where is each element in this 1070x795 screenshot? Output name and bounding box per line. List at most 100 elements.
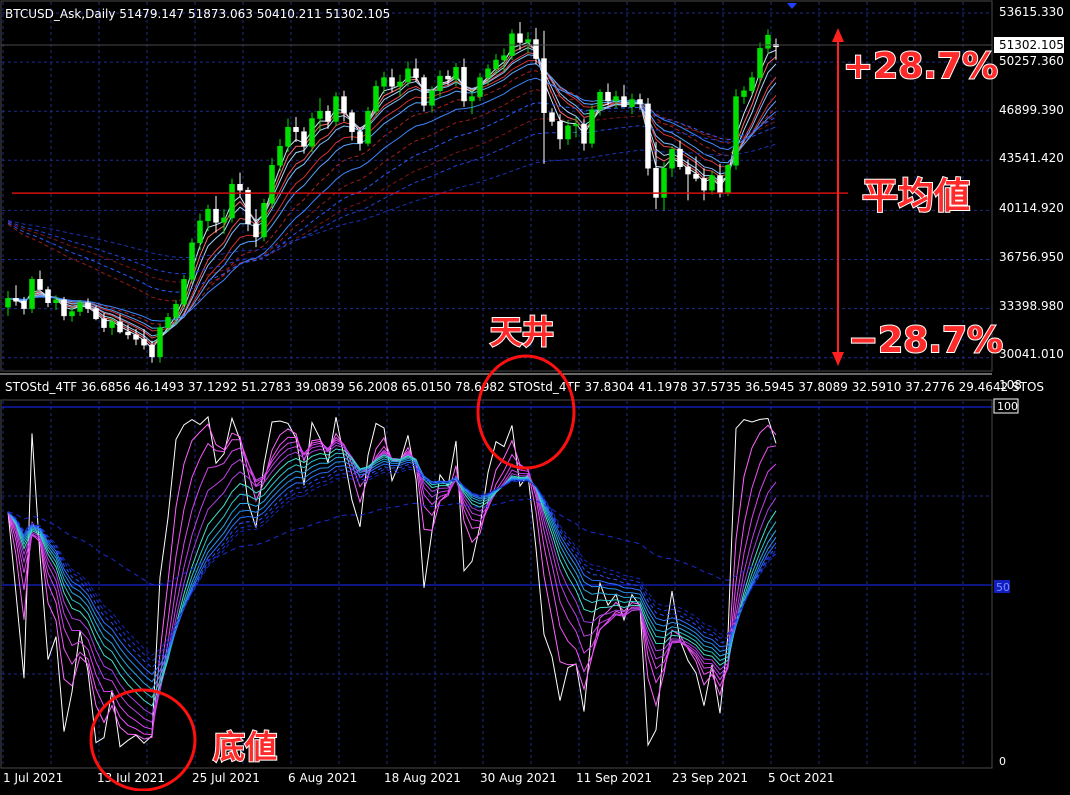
candle-body	[485, 68, 491, 78]
candle-body	[541, 58, 547, 113]
moving-average-line	[7, 143, 777, 259]
candle-body	[469, 96, 475, 102]
candle-body	[21, 301, 27, 309]
candle-body	[749, 77, 755, 91]
candle-body	[389, 77, 395, 87]
up-percent-annotation: +28.7%	[843, 46, 998, 87]
candle-body	[61, 299, 67, 317]
bottom-annotation: 底値	[213, 728, 277, 766]
candle-body	[549, 112, 555, 122]
candle-body	[461, 67, 467, 102]
candle-body	[53, 299, 59, 303]
stochastic-line	[7, 468, 777, 656]
candle-body	[189, 242, 195, 280]
candle-body	[309, 118, 315, 147]
annotations: +28.7% 平均値 −28.7% 天井 底値	[212, 45, 1004, 767]
candle-body	[181, 279, 187, 305]
candle-body	[173, 303, 179, 318]
candle-body	[421, 77, 427, 106]
ceiling-annotation: 天井	[490, 313, 554, 351]
candle-body	[237, 184, 243, 191]
candle-body	[69, 311, 75, 317]
candle-body	[157, 327, 163, 358]
candle-body	[581, 124, 587, 144]
candle-body	[5, 298, 11, 308]
candle-body	[149, 344, 155, 358]
candle-body	[333, 96, 339, 122]
candle-body	[269, 165, 275, 204]
candle-body	[709, 175, 715, 191]
candle-body	[757, 48, 763, 78]
moving-average-line	[7, 89, 777, 302]
candle-body	[589, 109, 595, 144]
moving-average-line	[7, 125, 777, 275]
ceiling-circle	[476, 354, 576, 470]
candle-body	[701, 178, 707, 191]
candle-body	[221, 217, 227, 223]
candle-body	[597, 91, 603, 110]
candle-body	[477, 77, 483, 97]
date-label: 18 Aug 2021	[384, 771, 461, 785]
current-price-label: 51302.105	[999, 38, 1064, 52]
date-label: 11 Sep 2021	[576, 771, 652, 785]
candle-body	[501, 55, 507, 61]
price-axis: 53615.330 50257.360 46899.390 43541.420 …	[994, 5, 1064, 361]
stochastic-line	[7, 415, 777, 748]
date-label: 5 Oct 2021	[768, 771, 835, 785]
date-label: 25 Jul 2021	[192, 771, 260, 785]
candle-body	[109, 321, 115, 328]
candle-body	[741, 90, 747, 97]
candle-body	[613, 96, 619, 102]
candle-body	[29, 279, 35, 309]
oscillator-axis: 108 100 50 0	[993, 378, 1022, 768]
candle-body	[341, 96, 347, 113]
candle-body	[397, 81, 403, 87]
candle-body	[605, 91, 611, 102]
candle-body	[317, 110, 323, 119]
osc-bottom-label: 0	[999, 755, 1006, 768]
candle-body	[93, 308, 99, 320]
candle-body	[685, 166, 691, 175]
date-label: 30 Aug 2021	[480, 771, 557, 785]
candle-body	[205, 208, 211, 222]
candle-body	[693, 173, 699, 179]
candle-body	[45, 289, 51, 303]
candle-body	[373, 86, 379, 112]
candle-body	[165, 317, 171, 328]
candle-body	[285, 127, 291, 147]
date-axis: 1 Jul 2021 13 Jul 2021 25 Jul 2021 6 Aug…	[3, 771, 835, 785]
arrow-down-icon	[832, 352, 844, 366]
candle-body	[621, 96, 627, 108]
candle-body	[141, 339, 147, 346]
candle-body	[357, 131, 363, 144]
average-annotation: 平均値	[862, 176, 970, 217]
moving-average-line	[7, 54, 777, 337]
candle-body	[349, 112, 355, 132]
date-label: 6 Aug 2021	[288, 771, 357, 785]
candle-body	[525, 39, 531, 43]
candle-body	[717, 175, 723, 194]
candle-body	[733, 96, 739, 166]
candle-body	[453, 67, 459, 80]
candle-body	[429, 90, 435, 106]
stochastic-slow-line	[7, 498, 777, 586]
candle-body	[365, 110, 371, 144]
stochastic-line	[7, 459, 777, 683]
arrow-up-icon	[832, 28, 844, 42]
candle-body	[725, 165, 731, 194]
price-label: 30041.010	[999, 347, 1064, 361]
candle-body	[117, 321, 123, 333]
candle-body	[493, 59, 499, 70]
candle-body	[629, 99, 635, 108]
candle-body	[293, 127, 299, 132]
candle-body	[445, 75, 451, 80]
candle-body	[413, 68, 419, 78]
candle-body	[637, 99, 643, 105]
candle-body	[517, 33, 523, 43]
main-info-text: BTCUSD_Ask,Daily 51479.147 51873.063 504…	[5, 7, 390, 21]
candle-body	[669, 148, 675, 169]
price-label: 36756.950	[999, 250, 1064, 264]
osc-level-50-label: 50	[996, 581, 1010, 594]
price-label: 43541.420	[999, 151, 1064, 165]
candle-body	[13, 298, 19, 302]
